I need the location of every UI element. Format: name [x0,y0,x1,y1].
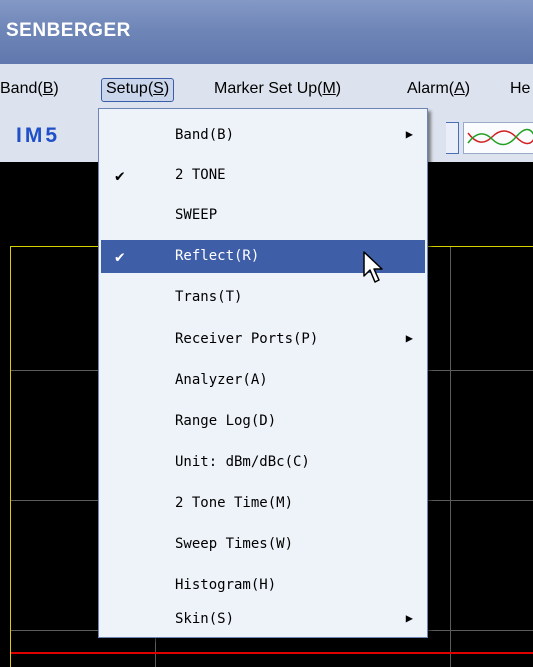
menu-alarm-key: A [454,80,465,97]
menu-band-key: B [42,80,54,97]
menu-setup[interactable]: Setup(S) [101,78,175,102]
menu-item-sweep-times[interactable]: Sweep Times(W) [101,528,425,561]
check-icon: ✔ [115,247,125,266]
menu-help-label: He [510,80,531,97]
menu-item-histogram[interactable]: Histogram(H) [101,569,425,602]
mode-indicator: IM5 [16,124,61,147]
menu-item-label: Sweep Times(W) [175,536,294,552]
mouse-cursor-icon [363,251,383,283]
menu-item-label: SWEEP [175,207,218,223]
menu-item-skin[interactable]: Skin(S) ▶ [101,603,425,636]
menu-alarm-label: Alarm( [407,80,455,97]
trace-line [11,652,533,654]
window-title: SENBERGER [6,20,131,41]
grid-line [450,247,451,667]
menu-item-range-log[interactable]: Range Log(D) [101,405,425,438]
submenu-arrow-icon: ▶ [405,611,413,625]
menu-item-analyzer[interactable]: Analyzer(A) [101,364,425,397]
menu-help[interactable]: He [506,78,533,100]
menu-item-label: 2 Tone Time(M) [175,495,294,511]
menu-alarm-suffix: ) [464,80,471,97]
submenu-arrow-icon: ▶ [405,127,413,141]
menu-item-label: Skin(S) [175,611,235,627]
menu-setup-key: S [153,80,164,97]
menu-item-receiver-ports[interactable]: Receiver Ports(P) ▶ [101,323,425,356]
menu-item-2-tone[interactable]: ✔ 2 TONE [101,159,425,192]
menu-item-label: Histogram(H) [175,577,277,593]
menu-marker-key: M [322,80,336,97]
menu-item-label: Range Log(D) [175,413,277,429]
menu-item-label: Band(B) [175,127,235,143]
setup-dropdown-menu: Band(B) ▶ ✔ 2 TONE SWEEP ✔ Reflect(R) Tr… [98,108,428,638]
check-icon: ✔ [115,166,125,185]
menu-setup-label: Setup( [106,80,154,97]
submenu-arrow-icon: ▶ [405,331,413,345]
menu-marker-setup[interactable]: Marker Set Up(M) [210,78,345,100]
menu-band[interactable]: Band(B) [0,78,63,100]
menu-item-label: Reflect(R) [175,248,260,264]
menu-item-unit[interactable]: Unit: dBm/dBc(C) [101,446,425,479]
menu-marker-suffix: ) [335,80,342,97]
menu-item-sweep[interactable]: SWEEP [101,199,425,232]
menu-band-suffix: ) [53,80,59,97]
menu-item-band[interactable]: Band(B) ▶ [101,119,425,152]
menu-marker-label: Marker Set Up( [214,80,323,97]
menu-alarm[interactable]: Alarm(A) [403,78,474,100]
toolbar-button[interactable] [446,122,459,154]
menu-setup-suffix: ) [163,80,170,97]
menu-band-label: Band( [0,80,43,97]
menu-item-label: Analyzer(A) [175,372,268,388]
menu-item-label: Receiver Ports(P) [175,331,319,347]
title-bar: SENBERGER [0,0,533,64]
menu-item-label: Trans(T) [175,289,243,305]
menu-item-2-tone-time[interactable]: 2 Tone Time(M) [101,487,425,520]
menu-item-label: 2 TONE [175,167,226,183]
waveform-icon[interactable] [463,122,533,154]
menu-item-label: Unit: dBm/dBc(C) [175,454,310,470]
